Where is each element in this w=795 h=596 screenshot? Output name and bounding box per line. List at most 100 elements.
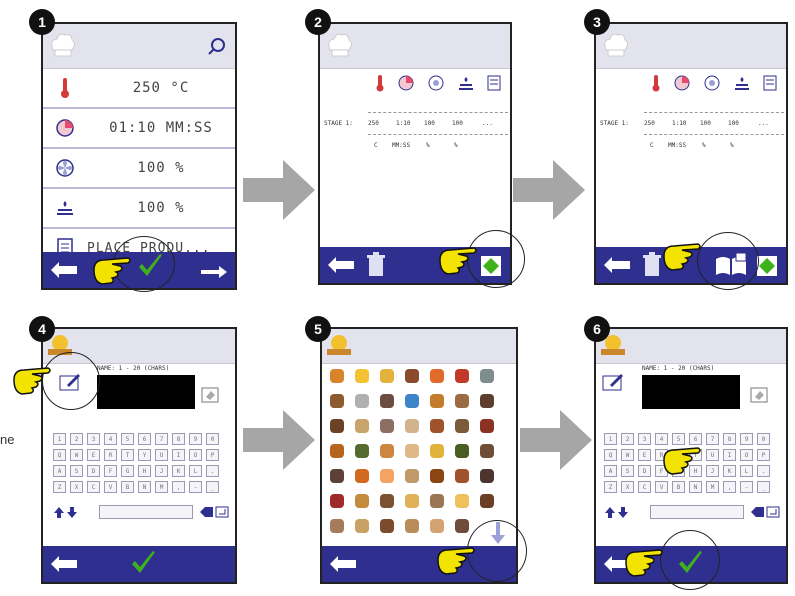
key[interactable]: J — [155, 465, 168, 477]
key[interactable]: 1 — [604, 433, 617, 445]
key[interactable]: I — [723, 449, 736, 461]
food-icon[interactable] — [455, 394, 469, 408]
food-icon[interactable] — [380, 494, 394, 508]
food-icon[interactable] — [355, 494, 369, 508]
key[interactable]: O — [189, 449, 202, 461]
key[interactable]: R — [104, 449, 117, 461]
key[interactable]: - — [189, 481, 202, 493]
trash-icon[interactable] — [366, 252, 386, 278]
food-icon[interactable] — [330, 394, 344, 408]
trash-icon[interactable] — [642, 252, 662, 278]
key[interactable]: - — [740, 481, 753, 493]
key[interactable]: V — [104, 481, 117, 493]
food-icon[interactable] — [430, 394, 444, 408]
humidity-row[interactable]: 100 % — [43, 189, 235, 229]
key[interactable]: C — [638, 481, 651, 493]
back-arrow-icon[interactable] — [328, 554, 358, 574]
key[interactable]: K — [172, 465, 185, 477]
food-icon[interactable] — [430, 369, 444, 383]
key[interactable]: 0 — [206, 433, 219, 445]
food-icon[interactable] — [405, 419, 419, 433]
food-icon[interactable] — [355, 369, 369, 383]
key[interactable]: W — [621, 449, 634, 461]
food-icon[interactable] — [405, 494, 419, 508]
key[interactable]: J — [706, 465, 719, 477]
key[interactable]: V — [655, 481, 668, 493]
food-icon[interactable] — [330, 419, 344, 433]
food-icon[interactable] — [480, 494, 494, 508]
key[interactable]: X — [621, 481, 634, 493]
food-icon[interactable] — [480, 369, 494, 383]
key[interactable]: 1 — [53, 433, 66, 445]
food-icon[interactable] — [355, 519, 369, 533]
key[interactable]: 6 — [138, 433, 151, 445]
confirm-check-icon[interactable] — [129, 549, 157, 579]
key[interactable]: X — [70, 481, 83, 493]
key[interactable]: B — [672, 481, 685, 493]
space-bar[interactable] — [99, 505, 193, 519]
key[interactable]: 8 — [172, 433, 185, 445]
food-icon[interactable] — [430, 419, 444, 433]
food-icon[interactable] — [330, 494, 344, 508]
edit-note-icon[interactable] — [602, 373, 624, 391]
food-icon[interactable] — [455, 494, 469, 508]
food-icon[interactable] — [430, 444, 444, 458]
food-icon[interactable] — [480, 469, 494, 483]
key[interactable]: 3 — [638, 433, 651, 445]
key[interactable]: L — [189, 465, 202, 477]
key[interactable]: . — [206, 465, 219, 477]
food-icon[interactable] — [355, 444, 369, 458]
key[interactable]: 9 — [189, 433, 202, 445]
food-icon[interactable] — [380, 519, 394, 533]
food-icon[interactable] — [405, 369, 419, 383]
key[interactable]: G — [121, 465, 134, 477]
key[interactable]: B — [121, 481, 134, 493]
back-arrow-icon[interactable] — [602, 255, 632, 275]
key[interactable]: A — [53, 465, 66, 477]
key[interactable]: Q — [604, 449, 617, 461]
key[interactable]: E — [638, 449, 651, 461]
food-icon[interactable] — [455, 444, 469, 458]
key[interactable]: , — [723, 481, 736, 493]
name-input[interactable] — [642, 375, 740, 409]
key[interactable]: 8 — [723, 433, 736, 445]
key[interactable]: H — [138, 465, 151, 477]
backspace-icon[interactable] — [199, 505, 229, 519]
key[interactable]: 9 — [740, 433, 753, 445]
time-row[interactable]: 01:10 MM:SS — [43, 109, 235, 149]
key[interactable]: Z — [53, 481, 66, 493]
food-icon[interactable] — [380, 394, 394, 408]
key[interactable]: T — [121, 449, 134, 461]
food-icon[interactable] — [330, 469, 344, 483]
shift-icon[interactable] — [604, 505, 630, 519]
key[interactable]: U — [155, 449, 168, 461]
key[interactable]: 5 — [121, 433, 134, 445]
food-icon[interactable] — [455, 369, 469, 383]
food-icon[interactable] — [380, 419, 394, 433]
food-icon[interactable] — [355, 394, 369, 408]
key[interactable]: Y — [138, 449, 151, 461]
food-icon[interactable] — [430, 519, 444, 533]
key[interactable]: _ — [206, 481, 219, 493]
food-icon[interactable] — [330, 369, 344, 383]
key[interactable]: O — [740, 449, 753, 461]
food-icon[interactable] — [355, 469, 369, 483]
key[interactable]: C — [87, 481, 100, 493]
food-icon[interactable] — [455, 469, 469, 483]
food-icon[interactable] — [355, 419, 369, 433]
key[interactable]: S — [70, 465, 83, 477]
key[interactable]: 0 — [757, 433, 770, 445]
search-icon[interactable] — [207, 36, 227, 56]
key[interactable]: N — [689, 481, 702, 493]
food-icon[interactable] — [455, 419, 469, 433]
key[interactable]: 7 — [706, 433, 719, 445]
key[interactable]: S — [621, 465, 634, 477]
key[interactable]: , — [172, 481, 185, 493]
key[interactable]: 7 — [155, 433, 168, 445]
food-icon[interactable] — [405, 469, 419, 483]
key[interactable]: E — [87, 449, 100, 461]
next-arrow-icon[interactable] — [199, 260, 229, 280]
key[interactable]: 3 — [87, 433, 100, 445]
food-icon[interactable] — [455, 519, 469, 533]
erase-icon[interactable] — [750, 387, 768, 403]
